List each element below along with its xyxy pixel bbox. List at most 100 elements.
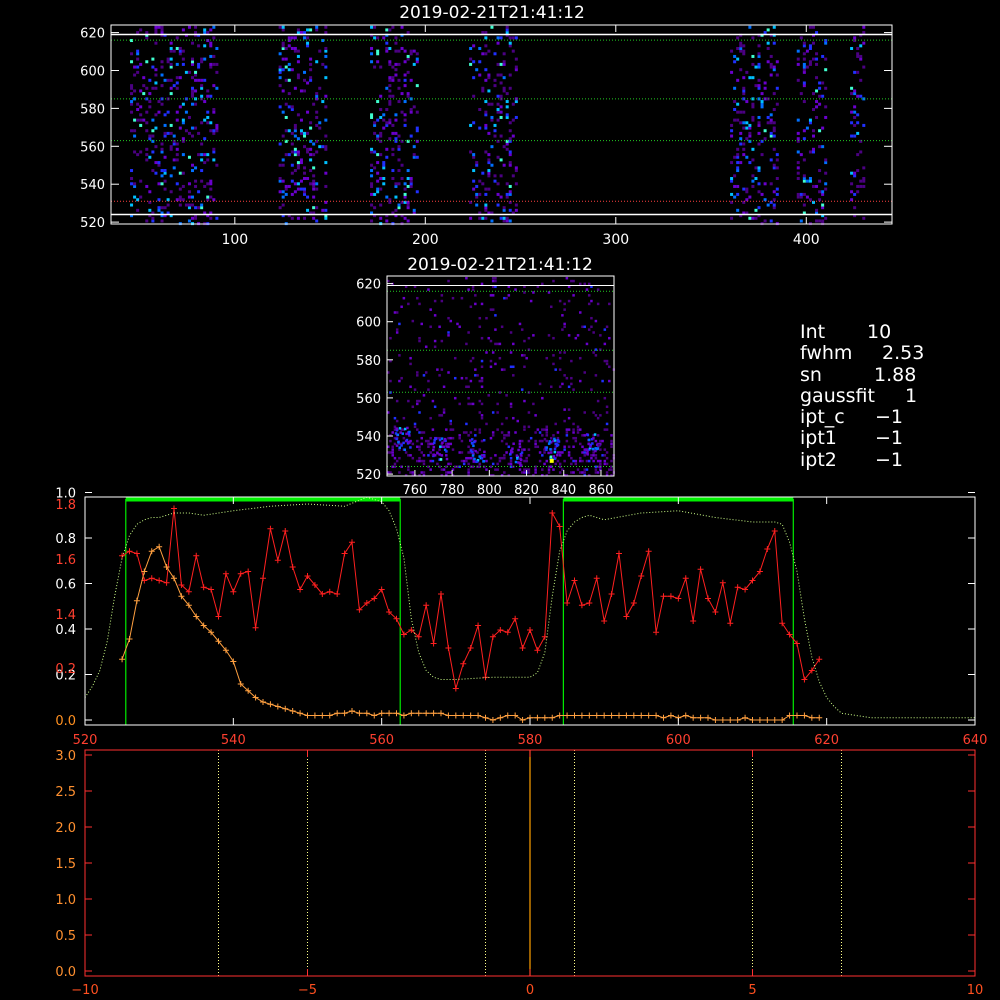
- top-heatmap-cells: [130, 25, 866, 226]
- heatmap-cell: [561, 382, 564, 386]
- heatmap-cell: [594, 348, 598, 351]
- heatmap-cell: [160, 147, 164, 151]
- heatmap-cell: [508, 163, 512, 167]
- red-point: [645, 548, 652, 555]
- heatmap-cell: [815, 184, 819, 188]
- heatmap-cell: [484, 44, 488, 48]
- heatmap-cell: [403, 123, 407, 127]
- heatmap-cell: [736, 110, 740, 114]
- heatmap-cell: [811, 25, 815, 29]
- heatmap-cell: [465, 342, 468, 346]
- heatmap-cell: [511, 36, 515, 40]
- heatmap-cell: [175, 158, 179, 162]
- heatmap-cell: [567, 445, 571, 449]
- heatmap-cell: [148, 190, 152, 194]
- heatmap-cell: [502, 76, 506, 80]
- heatmap-cell: [154, 126, 158, 130]
- heatmap-cell: [763, 81, 767, 85]
- heatmap-cell: [442, 385, 446, 389]
- heatmap-cell: [742, 187, 746, 191]
- heatmap-cell: [859, 44, 863, 48]
- heatmap-cell: [523, 471, 526, 474]
- heatmap-cell: [191, 76, 195, 80]
- orange-point: [616, 712, 622, 719]
- info-key: ipt1: [800, 427, 837, 450]
- heatmap-cell: [502, 52, 506, 56]
- heatmap-cell: [802, 84, 806, 88]
- heatmap-cell: [429, 451, 432, 454]
- heatmap-cell: [552, 468, 555, 471]
- heatmap-cell: [415, 190, 419, 194]
- orange-point: [623, 712, 630, 719]
- heatmap-cell: [545, 425, 549, 429]
- heatmap-cell: [487, 131, 491, 135]
- heatmap-cell: [281, 179, 285, 183]
- heatmap-cell: [802, 174, 806, 178]
- heatmap-cell: [475, 195, 479, 199]
- x-tick-label: 760: [402, 483, 427, 498]
- heatmap-cell: [563, 322, 566, 326]
- heatmap-cell: [397, 147, 401, 151]
- heatmap-cell: [379, 216, 383, 220]
- heatmap-cell: [281, 46, 285, 50]
- heatmap-cell: [309, 169, 313, 173]
- hot-spot-cell: [432, 448, 435, 452]
- heatmap-cell: [541, 454, 544, 457]
- heatmap-cell: [145, 147, 149, 151]
- heatmap-cell: [509, 462, 513, 466]
- heatmap-cell: [411, 456, 415, 460]
- heatmap-cell: [487, 336, 490, 340]
- heatmap-cell: [567, 408, 571, 411]
- orange-point: [467, 712, 474, 719]
- heatmap-cell: [757, 78, 761, 82]
- heatmap-cell: [418, 445, 421, 449]
- heatmap-cell: [534, 439, 537, 443]
- red-point: [623, 613, 630, 620]
- heatmap-cell: [499, 216, 503, 220]
- heatmap-cell: [438, 448, 441, 451]
- heatmap-cell: [775, 166, 779, 170]
- heatmap-cell: [391, 454, 394, 457]
- heatmap-cell: [287, 92, 291, 96]
- heatmap-cell: [520, 328, 524, 331]
- heatmap-cell: [191, 203, 195, 207]
- heatmap-cell: [796, 166, 800, 170]
- heatmap-cell: [796, 161, 800, 165]
- orange-point: [504, 712, 511, 719]
- heatmap-cell: [541, 439, 544, 443]
- heatmap-cell: [811, 147, 815, 151]
- heatmap-cell: [376, 190, 380, 194]
- heatmap-cell: [306, 28, 310, 32]
- heatmap-cell: [469, 57, 473, 61]
- heatmap-cell: [403, 73, 407, 77]
- heatmap-cell: [203, 78, 207, 82]
- heatmap-cell: [500, 422, 504, 426]
- heatmap-cell: [505, 147, 509, 151]
- heatmap-cell: [821, 54, 825, 58]
- heatmap-cell: [763, 86, 767, 90]
- heatmap-cell: [278, 84, 282, 88]
- red-point: [734, 584, 741, 591]
- hot-spot-cell: [398, 427, 402, 430]
- heatmap-cell: [422, 462, 426, 466]
- heatmap-cell: [742, 92, 746, 96]
- heatmap-cell: [802, 52, 806, 56]
- heatmap-cell: [508, 192, 512, 196]
- orange-point: [556, 712, 563, 719]
- heatmap-cell: [442, 411, 446, 414]
- heatmap-cell: [499, 36, 503, 40]
- heatmap-cell: [796, 192, 800, 196]
- heatmap-cell: [499, 115, 503, 119]
- heatmap-cell: [610, 442, 613, 446]
- heatmap-cell: [433, 339, 437, 343]
- heatmap-cell: [145, 184, 149, 188]
- heatmap-cell: [397, 134, 401, 138]
- heatmap-cell: [518, 468, 522, 471]
- heatmap-cell: [853, 105, 857, 109]
- heatmap-cell: [445, 471, 448, 474]
- heatmap-cell: [748, 25, 752, 29]
- heatmap-cell: [802, 129, 806, 133]
- info-value: 10: [867, 321, 892, 343]
- hot-spot-cell: [520, 451, 524, 454]
- heatmap-cell: [509, 331, 513, 334]
